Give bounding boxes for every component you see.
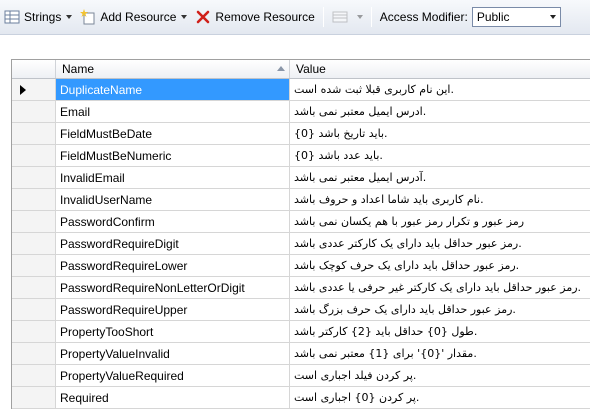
name-cell[interactable]: Email	[56, 101, 290, 122]
access-modifier-group: Access Modifier: Public	[376, 6, 565, 28]
table-row[interactable]: FieldMustBeNumeric {0} باید عدد باشد.	[12, 145, 590, 167]
table-row[interactable]: PropertyValueRequired پر کردن فیلد اجباری…	[12, 365, 590, 387]
name-cell[interactable]: FieldMustBeDate	[56, 123, 290, 144]
value-cell[interactable]: ادرس ایمیل معتبر نمی باشد.	[290, 101, 590, 122]
toolbar-separator	[322, 7, 324, 27]
value-cell[interactable]: رمز عبور و تکرار رمز عبور با هم یکسان نم…	[290, 211, 590, 232]
table-row[interactable]: PropertyTooShort طول {0} حداقل باید {2} ک…	[12, 321, 590, 343]
value-cell[interactable]: {0} باید عدد باشد.	[290, 145, 590, 166]
row-selector[interactable]	[12, 387, 56, 408]
name-cell[interactable]: PropertyValueRequired	[56, 365, 290, 386]
table-row[interactable]: PasswordRequireDigit رمز عبور حداقل باید …	[12, 233, 590, 255]
table-row[interactable]: FieldMustBeDate {0} باید تاریخ باشد.	[12, 123, 590, 145]
chevron-down-icon	[66, 15, 73, 19]
value-cell[interactable]: پر کردن فیلد اجباری است.	[290, 365, 590, 386]
name-cell[interactable]: PasswordRequireDigit	[56, 233, 290, 254]
value-cell[interactable]: رمز عبور حداقل باید دارای یک کارکتر عددی…	[290, 233, 590, 254]
strings-dropdown-button[interactable]: Strings	[0, 6, 76, 28]
table-row[interactable]: Email ادرس ایمیل معتبر نمی باشد.	[12, 101, 590, 123]
value-cell[interactable]: رمز عبور حداقل باید دارای یک حرف کوچک با…	[290, 255, 590, 276]
access-modifier-label: Access Modifier:	[379, 10, 468, 24]
access-modifier-value: Public	[476, 10, 510, 24]
table-row[interactable]: DuplicateName این نام کاربری قبلا ثبت شده…	[12, 79, 590, 101]
table-row[interactable]: PasswordRequireLower رمز عبور حداقل باید …	[12, 255, 590, 277]
row-selector[interactable]	[12, 299, 56, 320]
table-row[interactable]: InvalidEmail آدرس ایمیل معتبر نمی باشد.	[12, 167, 590, 189]
resource-grid: Name Value DuplicateName این نام کاربری ق…	[11, 59, 590, 409]
name-cell[interactable]: PasswordRequireNonLetterOrDigit	[56, 277, 290, 298]
name-cell[interactable]: FieldMustBeNumeric	[56, 145, 290, 166]
sort-ascending-icon	[277, 66, 285, 71]
views-dropdown-button[interactable]	[328, 6, 367, 28]
name-column-label: Name	[62, 62, 95, 76]
value-cell[interactable]: {0} باید تاریخ باشد.	[290, 123, 590, 144]
name-cell[interactable]: Required	[56, 387, 290, 408]
row-selector[interactable]	[12, 79, 56, 100]
grid-header: Name Value	[12, 60, 590, 79]
current-row-arrow-icon	[19, 84, 26, 95]
table-row[interactable]: PasswordConfirm رمز عبور و تکرار رمز عبور…	[12, 211, 590, 233]
chevron-down-icon	[356, 15, 363, 19]
value-cell[interactable]: طول {0} حداقل باید {2} کارکتر باشد.	[290, 321, 590, 342]
chevron-down-icon	[181, 15, 188, 19]
row-selector[interactable]	[12, 343, 56, 364]
table-row[interactable]: Required پر کردن {0} اجباری است.	[12, 387, 590, 409]
delete-x-icon	[195, 9, 211, 25]
resource-toolbar: Strings Add Resource Remove Resource Acc…	[0, 0, 590, 35]
row-header-corner[interactable]	[12, 60, 56, 78]
name-cell[interactable]: PropertyTooShort	[56, 321, 290, 342]
name-column-header[interactable]: Name	[56, 60, 290, 78]
add-resource-button[interactable]: Add Resource	[76, 6, 191, 28]
remove-resource-label: Remove Resource	[215, 10, 315, 24]
toolbar-separator	[370, 7, 372, 27]
row-selector[interactable]	[12, 233, 56, 254]
add-resource-icon	[80, 9, 96, 25]
table-row[interactable]: PasswordRequireNonLetterOrDigit رمز عبور …	[12, 277, 590, 299]
value-cell[interactable]: مقدار '{0}' برای {1} معتبر نمی باشد.	[290, 343, 590, 364]
row-selector[interactable]	[12, 123, 56, 144]
row-selector[interactable]	[12, 189, 56, 210]
row-selector[interactable]	[12, 255, 56, 276]
access-modifier-select[interactable]: Public	[471, 7, 561, 27]
name-cell[interactable]: DuplicateName	[56, 79, 290, 100]
value-cell[interactable]: آدرس ایمیل معتبر نمی باشد.	[290, 167, 590, 188]
table-row[interactable]: PropertyValueInvalid مقدار '{0}' برای {1}…	[12, 343, 590, 365]
value-cell[interactable]: رمز عبور حداقل باید دارای یک کارکتر غیر …	[290, 277, 590, 298]
row-selector[interactable]	[12, 277, 56, 298]
value-column-label: Value	[296, 62, 326, 76]
name-cell[interactable]: PasswordConfirm	[56, 211, 290, 232]
row-selector[interactable]	[12, 145, 56, 166]
grid-view-icon	[332, 9, 348, 25]
table-row[interactable]: InvalidUserName نام کاربری باید شاما اعدا…	[12, 189, 590, 211]
name-cell[interactable]: PropertyValueInvalid	[56, 343, 290, 364]
row-selector[interactable]	[12, 211, 56, 232]
grid-body: DuplicateName این نام کاربری قبلا ثبت شده…	[12, 79, 590, 409]
row-selector[interactable]	[12, 321, 56, 342]
add-resource-label: Add Resource	[100, 10, 177, 24]
value-column-header[interactable]: Value	[290, 60, 590, 78]
row-selector[interactable]	[12, 101, 56, 122]
value-cell[interactable]: رمز عبور حداقل باید دارای یک حرف بزرگ با…	[290, 299, 590, 320]
strings-grid-icon	[4, 9, 20, 25]
name-cell[interactable]: InvalidEmail	[56, 167, 290, 188]
name-cell[interactable]: InvalidUserName	[56, 189, 290, 210]
name-cell[interactable]: PasswordRequireLower	[56, 255, 290, 276]
name-cell[interactable]: PasswordRequireUpper	[56, 299, 290, 320]
chevron-down-icon[interactable]	[546, 8, 560, 26]
value-cell[interactable]: پر کردن {0} اجباری است.	[290, 387, 590, 408]
row-selector[interactable]	[12, 365, 56, 386]
value-cell[interactable]: این نام کاربری قبلا ثبت شده است.	[290, 79, 590, 100]
value-cell[interactable]: نام کاربری باید شاما اعداد و حروف باشد.	[290, 189, 590, 210]
strings-label: Strings	[24, 10, 62, 24]
remove-resource-button[interactable]: Remove Resource	[191, 6, 318, 28]
table-row[interactable]: PasswordRequireUpper رمز عبور حداقل باید …	[12, 299, 590, 321]
row-selector[interactable]	[12, 167, 56, 188]
